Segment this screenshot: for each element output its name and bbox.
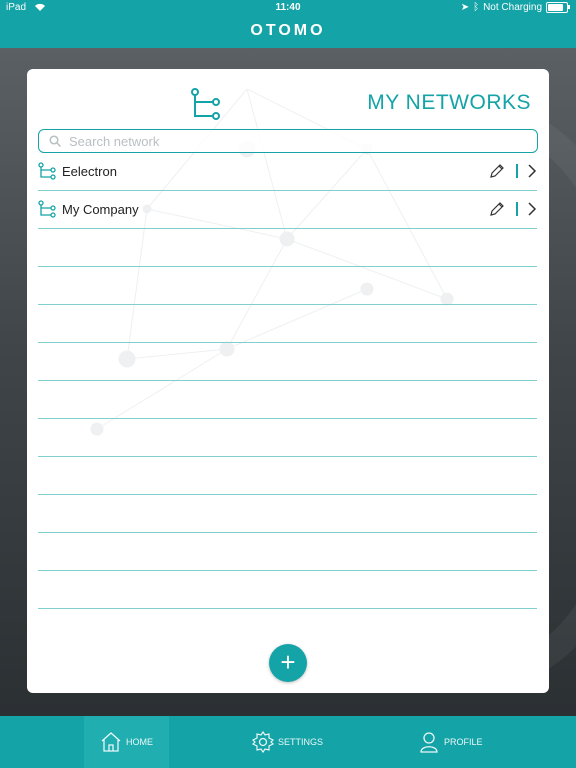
empty-list-row [38, 419, 537, 457]
tab-profile[interactable]: PROFILE [418, 716, 483, 768]
battery-level [548, 4, 563, 11]
networks-panel: MY NETWORKS Eelectron [27, 69, 549, 693]
tab-settings[interactable]: SETTINGS [252, 716, 323, 768]
network-tree-icon [38, 162, 56, 180]
empty-list-row [38, 381, 537, 419]
user-icon [420, 732, 438, 753]
status-right: ➤ ᛒ Not Charging [460, 2, 570, 13]
add-network-button[interactable]: + [269, 644, 307, 682]
network-row[interactable]: Eelectron [38, 153, 537, 191]
tab-home[interactable]: HOME [84, 716, 169, 768]
brand-logo: OTOMO [250, 22, 326, 39]
empty-list-row [38, 343, 537, 381]
tab-label: HOME [126, 737, 153, 747]
search-input[interactable] [67, 132, 537, 150]
empty-list-row [38, 457, 537, 495]
chevron-right-icon[interactable] [527, 201, 537, 217]
search-box[interactable] [38, 129, 538, 153]
home-icon [101, 732, 121, 752]
network-tree-icon [38, 200, 56, 218]
empty-list-row [38, 305, 537, 343]
pencil-icon[interactable] [489, 201, 505, 217]
top-bar: iPad 11:40 ➤ ᛒ Not Charging OTOMO [0, 0, 576, 48]
network-name: My Company [62, 202, 139, 217]
empty-list-row [38, 495, 537, 533]
search-icon [49, 135, 61, 147]
empty-list-row [38, 533, 537, 571]
network-name: Eelectron [62, 164, 117, 179]
network-list: Eelectron My Company [38, 153, 537, 609]
page-title: MY NETWORKS [367, 91, 531, 114]
empty-list-row [38, 229, 537, 267]
chevron-right-icon[interactable] [527, 163, 537, 179]
empty-rows [38, 229, 537, 609]
bluetooth-icon: ᛒ [473, 2, 480, 13]
row-divider [516, 164, 518, 178]
network-row[interactable]: My Company [38, 191, 537, 229]
battery-icon [546, 2, 570, 13]
charging-text: Not Charging [483, 2, 542, 13]
tab-label: SETTINGS [278, 737, 324, 747]
empty-list-row [38, 571, 537, 609]
location-icon: ➤ [460, 2, 470, 13]
network-tree-icon [191, 88, 220, 120]
empty-list-row [38, 267, 537, 305]
tab-label: PROFILE [444, 737, 483, 747]
pencil-icon[interactable] [489, 163, 505, 179]
row-divider [516, 202, 518, 216]
bottom-tab-bar: HOME SETTINGS PROFILE [0, 716, 576, 768]
gear-icon [252, 731, 274, 753]
